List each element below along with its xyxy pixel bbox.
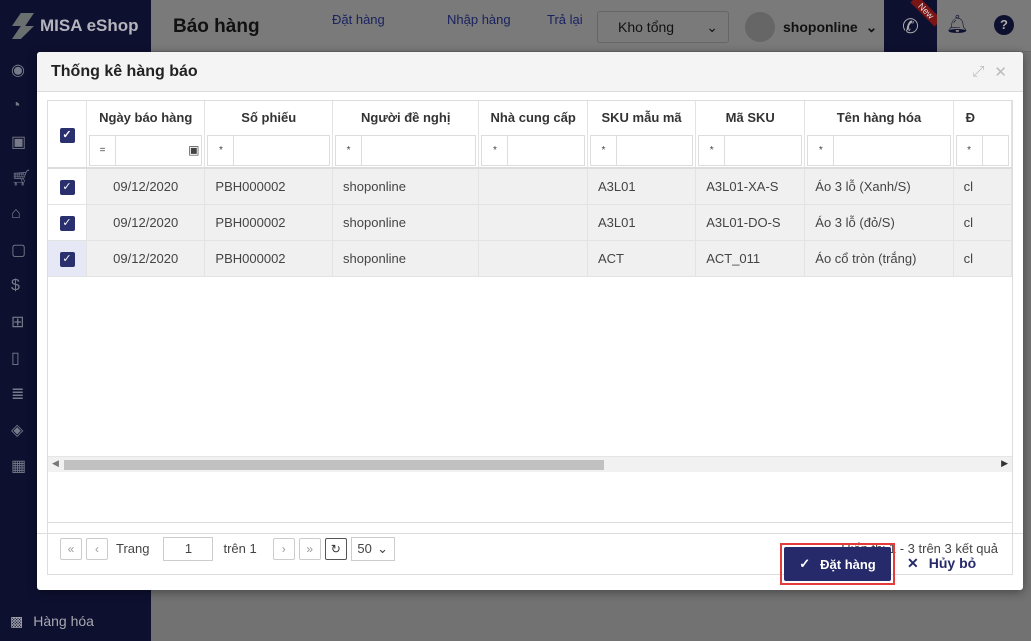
filter-sku-model: * — [587, 133, 697, 169]
nav-order[interactable]: Đặt hàng — [332, 12, 385, 27]
col-sku-model[interactable]: SKU mẫu mã — [587, 101, 697, 133]
scroll-right-icon[interactable]: ▶ — [1001, 458, 1008, 469]
user-menu[interactable]: shoponline ⌄ — [745, 12, 877, 42]
select-all-checkbox[interactable]: ✓ — [59, 127, 75, 143]
page-title: Báo hàng — [173, 16, 260, 37]
date-filter-input[interactable]: ▣ — [116, 135, 202, 165]
col-sku[interactable]: Mã SKU — [695, 101, 806, 133]
refresh-icon[interactable]: ↻ — [324, 537, 347, 560]
row-checkbox[interactable]: ✓ — [59, 251, 75, 267]
scrollbar-thumb[interactable] — [64, 460, 604, 470]
check-icon: ✓ — [799, 556, 811, 571]
cancel-button[interactable]: ✕ Hủy bỏ — [907, 555, 976, 572]
prev-page-button[interactable]: ‹ — [86, 537, 108, 560]
scroll-left-icon[interactable]: ◀ — [52, 458, 59, 469]
chevron-down-icon: ⌄ — [706, 18, 718, 35]
hotline-button[interactable]: ✆ New — [884, 0, 937, 52]
close-icon: ✕ — [907, 555, 919, 571]
filter-sku: * — [695, 133, 806, 169]
chevron-down-icon: ⌄ — [865, 18, 878, 35]
phone-icon: ✆ — [902, 15, 919, 38]
horizontal-scrollbar[interactable]: ◀ ▶ — [48, 456, 1012, 472]
filter-date: = ▣ — [86, 133, 206, 169]
topbar: Báo hàng Đặt hàng Nhập hàng Trả lại Kho … — [151, 0, 1031, 52]
avatar — [745, 12, 775, 42]
logo-mark-icon — [12, 13, 34, 39]
dialog-title: Thống kê hàng báo — [51, 62, 198, 80]
report-stats-dialog: Thống kê hàng báo ⤢ ✕ ✓ Ngày báo hàng Số … — [37, 52, 1023, 590]
row-checkbox[interactable]: ✓ — [59, 215, 75, 231]
table-row[interactable]: ✓ 09/12/2020 PBH000002 shoponline A3L01 A3L0… — [48, 168, 1012, 205]
maximize-icon[interactable]: ⤢ — [972, 63, 984, 81]
col-supplier[interactable]: Nhà cung cấp — [478, 101, 588, 133]
sidebar-item-products[interactable]: ▩ Hàng hóa — [0, 601, 151, 641]
col-date[interactable]: Ngày báo hàng — [86, 101, 206, 133]
filter-supplier: * — [478, 133, 588, 169]
order-button[interactable]: ✓ Đặt hàng — [780, 543, 895, 585]
first-page-button[interactable]: « — [60, 537, 82, 560]
filter-requester: * — [332, 133, 480, 169]
table-row[interactable]: ✓ 09/12/2020 PBH000002 shoponline ACT ACT_01… — [48, 240, 1012, 277]
filter-voucher: * — [204, 133, 334, 169]
close-icon[interactable]: ✕ — [994, 63, 1007, 81]
col-voucher[interactable]: Số phiếu — [204, 101, 334, 133]
page-input[interactable]: 1 — [163, 536, 214, 561]
chevron-down-icon: ⌄ — [377, 540, 389, 556]
bell-icon[interactable]: 🔔︎ — [946, 14, 969, 35]
store-select[interactable]: Kho tổng ⌄ — [597, 11, 729, 43]
col-unit[interactable]: Đ — [953, 101, 1012, 133]
last-page-button[interactable]: » — [298, 537, 321, 560]
page-size-select[interactable]: 50 ⌄ — [350, 536, 395, 561]
logo: MISA eShop — [0, 0, 151, 52]
nav-import[interactable]: Nhập hàng — [447, 12, 511, 27]
nav-return[interactable]: Trả lại — [547, 12, 583, 27]
row-checkbox[interactable]: ✓ — [59, 179, 75, 195]
col-requester[interactable]: Người đề nghị — [332, 101, 480, 133]
boxes-icon: ▩ — [10, 612, 24, 629]
filter-unit: * — [953, 133, 1012, 169]
calendar-icon[interactable]: ▣ — [188, 143, 199, 157]
data-grid: ✓ Ngày báo hàng Số phiếu Người đề nghị N… — [47, 100, 1013, 523]
table-row[interactable]: ✓ 09/12/2020 PBH000002 shoponline A3L01 A3L0… — [48, 204, 1012, 241]
col-product-name[interactable]: Tên hàng hóa — [804, 101, 954, 133]
select-all-cell: ✓ — [48, 101, 87, 169]
dialog-footer-divider — [37, 533, 1023, 534]
filter-product-name: * — [804, 133, 954, 169]
help-icon[interactable]: ? — [994, 15, 1014, 35]
next-page-button[interactable]: › — [272, 537, 295, 560]
